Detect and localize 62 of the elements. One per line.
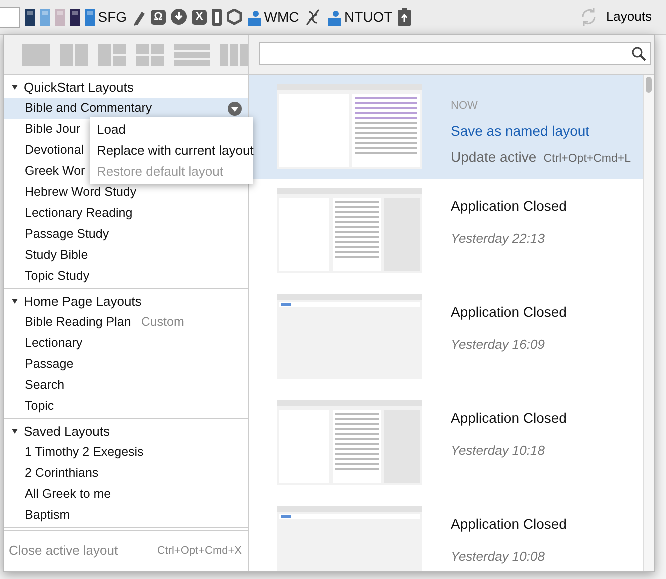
group-title: QuickStart Layouts	[24, 78, 134, 97]
layout-item[interactable]: Passage	[4, 354, 248, 375]
history-entry[interactable]: Application Closed Yesterday 22:13	[249, 179, 643, 285]
search-field[interactable]	[259, 42, 651, 65]
save-layout-link[interactable]: Save as named layout	[451, 120, 631, 142]
layout-item[interactable]: All Greek to me	[4, 484, 248, 505]
hexagon-icon[interactable]	[227, 9, 242, 25]
layout-item[interactable]: Lectionary	[4, 333, 248, 354]
shortcut-text: Ctrl+Opt+Cmd+L	[544, 152, 631, 166]
bookmark-icon[interactable]	[212, 8, 222, 26]
time-label: Yesterday 22:13	[451, 230, 546, 248]
layout-name: Bible and Commentary	[25, 100, 152, 118]
layout-item[interactable]: Search	[4, 375, 248, 396]
layout-item[interactable]: Hebrew Word Study	[4, 182, 248, 203]
scrollbar[interactable]	[643, 75, 654, 571]
layout-name: Bible Reading Plan	[25, 314, 132, 332]
layouts-button[interactable]: Layouts	[579, 6, 652, 28]
search-icon[interactable]	[632, 46, 646, 60]
layout-item[interactable]: Lectionary Reading	[4, 203, 248, 224]
dropdown-icon[interactable]	[228, 102, 242, 116]
layout-item[interactable]: Baptism	[4, 505, 248, 526]
layout-item[interactable]: Topic Study	[4, 266, 248, 287]
download-icon[interactable]	[171, 9, 188, 25]
entry-title: Application Closed	[451, 409, 568, 428]
layout-item[interactable]: Topic	[4, 396, 248, 417]
layout-item[interactable]: 1 Timothy 2 Exegesis	[4, 442, 248, 463]
book-icon[interactable]	[25, 8, 35, 26]
disclosure-triangle[interactable]	[12, 299, 18, 304]
toolbar-label[interactable]: WMC	[264, 6, 300, 28]
time-label: NOW	[451, 99, 479, 114]
link-icon[interactable]	[304, 8, 322, 26]
time-label: Yesterday 10:18	[451, 442, 546, 460]
close-layout-link[interactable]: Close active layout	[9, 541, 118, 561]
history-entry[interactable]: Application Closed Yesterday 10:18	[249, 391, 643, 497]
shortcut-text: Ctrl+Opt+Cmd+X	[157, 544, 242, 559]
toolbar-field[interactable]	[0, 6, 20, 28]
layout-item[interactable]: Bible Reading Plan Custom	[4, 312, 248, 333]
layout-item[interactable]: 2 Corinthians	[4, 463, 248, 484]
toolbar-button[interactable]: Ω	[151, 10, 166, 24]
entry-title: Application Closed	[451, 197, 568, 216]
layout-tag: Custom	[141, 313, 184, 332]
layout-item[interactable]: Passage Study	[4, 224, 248, 245]
time-label: Yesterday 16:09	[451, 336, 546, 354]
book-icon[interactable]	[70, 8, 80, 26]
time-label: Yesterday 10:08	[451, 548, 546, 566]
layout-item[interactable]: Bible and Commentary	[4, 98, 248, 119]
disclosure-triangle[interactable]	[12, 85, 18, 90]
entry-title: Application Closed	[451, 303, 568, 322]
history-entry[interactable]: Application Closed Yesterday 10:08	[249, 497, 643, 571]
group-title: Saved Layouts	[24, 422, 110, 441]
history-entry[interactable]: Application Closed Yesterday 16:09	[249, 285, 643, 391]
person-icon[interactable]	[247, 8, 262, 26]
toolbar-button[interactable]: X	[192, 10, 208, 24]
disclosure-triangle[interactable]	[12, 429, 18, 434]
clipboard-icon[interactable]	[398, 8, 411, 26]
entry-title: Application Closed	[451, 515, 568, 534]
update-active-link[interactable]: Update active	[451, 146, 537, 168]
toolbar-label[interactable]: SFG	[98, 6, 128, 28]
person-icon[interactable]	[327, 8, 342, 26]
toolbar-label[interactable]: NTUOT	[344, 6, 393, 28]
layout-item[interactable]: Study Bible	[4, 245, 248, 266]
group-title: Home Page Layouts	[24, 292, 142, 311]
